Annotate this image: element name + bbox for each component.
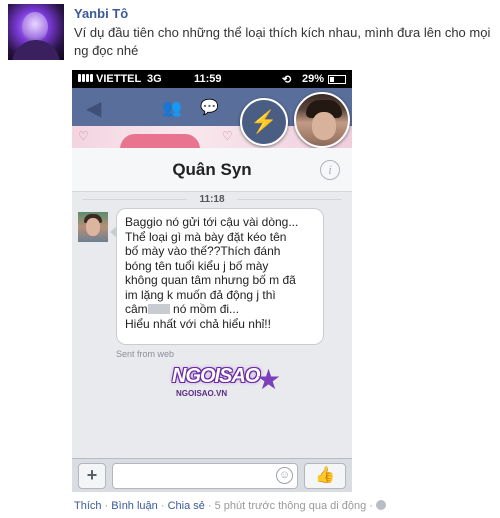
post-author-name[interactable]: Yanbi Tô bbox=[74, 6, 128, 21]
like-link[interactable]: Thích bbox=[74, 500, 102, 512]
watermark-brand: NGOISAO bbox=[172, 365, 260, 387]
battery-icon bbox=[328, 75, 346, 84]
heart-icon: ♡ bbox=[78, 129, 89, 143]
conversation-title: Quân Syn bbox=[172, 160, 252, 179]
messages-icon[interactable]: 💬 bbox=[200, 98, 219, 116]
emoji-icon[interactable]: ☺ bbox=[276, 467, 293, 484]
info-icon[interactable]: i bbox=[320, 160, 340, 180]
post-actions: Thích · Bình luận · Chia sẻ · 5 phút trư… bbox=[74, 500, 386, 512]
sent-from-label: Sent from web bbox=[116, 349, 175, 359]
battery-percent: 29% bbox=[302, 73, 325, 85]
message-line: Thể loại gì mà bày đặt kéo tên bbox=[125, 229, 287, 244]
carrier-label: VIETTEL bbox=[96, 73, 142, 85]
sender-avatar[interactable] bbox=[78, 212, 108, 242]
message-line: Baggio nó gửi tới cậu vài dòng... bbox=[125, 215, 299, 229]
add-attachment-button[interactable]: + bbox=[78, 463, 106, 489]
message-line: Hiểu nhất với chả hiểu nhỉ!! bbox=[125, 316, 271, 331]
message-line: câm nó mồm đi... bbox=[125, 302, 240, 316]
status-bar: VIETTEL 3G 11:59 ⟲ 29% bbox=[72, 70, 352, 88]
comment-link[interactable]: Bình luận bbox=[111, 500, 157, 512]
signal-icon bbox=[78, 74, 93, 82]
ngoisao-watermark: NGOISAO ★ NGOISAO.VN bbox=[172, 364, 282, 409]
censored-word bbox=[147, 304, 170, 314]
message-line: không quan tâm nhưng bố m đã bbox=[125, 273, 296, 287]
message-line: bố mày vào thế??Thích đánh bbox=[125, 244, 281, 258]
divider bbox=[237, 199, 342, 200]
globe-icon[interactable] bbox=[375, 500, 386, 510]
phone-screenshot: VIETTEL 3G 11:59 ⟲ 29% ◀ 👥 💬 ♡ ♡ ⚡ Quân … bbox=[72, 70, 352, 492]
watermark-site: NGOISAO.VN bbox=[176, 389, 228, 398]
message-line: bóng tên tuổi kiểu j bố mày bbox=[125, 258, 269, 273]
network-label: 3G bbox=[147, 73, 162, 85]
author-avatar[interactable] bbox=[8, 4, 64, 60]
back-arrow-icon[interactable]: ◀ bbox=[86, 96, 101, 121]
chat-head-avatar[interactable] bbox=[294, 92, 350, 148]
messenger-chat-head-icon[interactable]: ⚡ bbox=[240, 98, 288, 146]
thumbs-up-icon[interactable]: 👍 bbox=[304, 463, 346, 489]
share-link[interactable]: Chia sẻ bbox=[168, 500, 205, 512]
message-composer: + ☺ 👍 bbox=[72, 458, 352, 492]
status-time: 11:59 bbox=[194, 73, 222, 85]
message-input[interactable] bbox=[112, 463, 298, 489]
conversation-header: Quân Syn i bbox=[72, 148, 352, 192]
heart-icon: ♡ bbox=[222, 129, 233, 143]
friends-icon[interactable]: 👥 bbox=[162, 98, 182, 118]
rotation-lock-icon: ⟲ bbox=[282, 74, 292, 86]
star-icon: ★ bbox=[256, 364, 282, 395]
post-text: Ví dụ đầu tiên cho những thể loại thích … bbox=[74, 25, 491, 58]
message-bubble: Baggio nó gửi tới cậu vài dòng... Thể lo… bbox=[116, 208, 324, 345]
message-line: im lặng k muốn đả động j thì bbox=[125, 287, 276, 302]
post-meta: · 5 phút trước thông qua di động · bbox=[204, 500, 376, 512]
